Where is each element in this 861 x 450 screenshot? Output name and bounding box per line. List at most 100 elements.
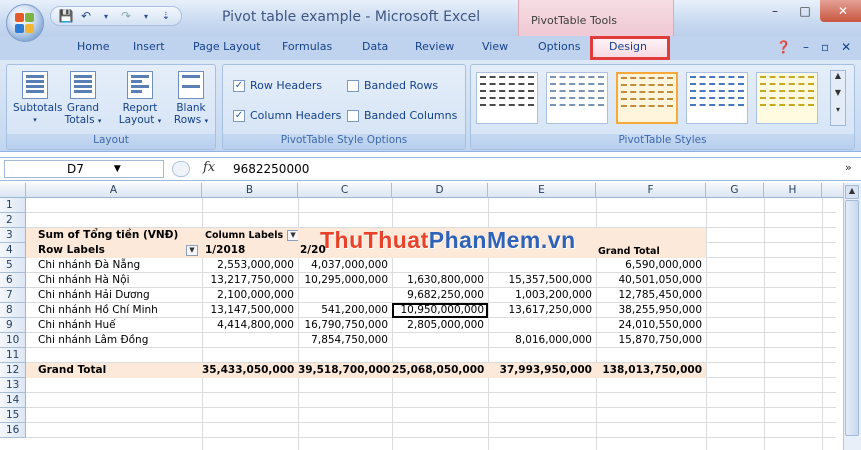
row-header-1[interactable]: 1 [0, 198, 26, 213]
pivot-cell-d[interactable]: 2,805,000,000 [392, 318, 488, 333]
pivot-cell-name[interactable]: Chi nhánh Hà Nội [38, 273, 202, 288]
pivot-cell-f[interactable]: 40,501,050,000 [596, 273, 706, 288]
row-header-3[interactable]: 3 [0, 228, 26, 243]
office-button[interactable] [6, 4, 44, 42]
header-col-1[interactable]: 1/2018 [205, 243, 298, 258]
column-labels-cell[interactable]: Column Labels ▼ [205, 228, 298, 243]
grand-total-cell-e[interactable]: 37,993,950,000 [488, 363, 596, 378]
pivot-cell-e[interactable] [488, 258, 596, 273]
active-cell-d7[interactable] [392, 303, 488, 318]
scroll-thumb[interactable] [845, 200, 859, 436]
grand-total-cell-f[interactable]: 138,013,750,000 [596, 363, 706, 378]
pivot-cell-name[interactable]: Chi nhánh Đà Nẵng [38, 258, 202, 273]
pivot-cell-e[interactable]: 1,003,200,000 [488, 288, 596, 303]
pivot-cell-e[interactable]: 15,357,500,000 [488, 273, 596, 288]
restore-doc-icon[interactable]: ▫ [821, 40, 829, 54]
column-header-b[interactable]: B [202, 183, 298, 198]
row-header-2[interactable]: 2 [0, 213, 26, 228]
grand-total-cell-d[interactable]: 25,068,050,000 [392, 363, 488, 378]
tab-design[interactable]: Design [609, 40, 647, 53]
save-icon[interactable]: 💾 [57, 8, 75, 24]
pivot-cell-b[interactable]: 13,147,500,000 [202, 303, 298, 318]
pivot-cell-name[interactable]: Chi nhánh Lâm Đồng [38, 333, 202, 348]
pivot-cell-f[interactable]: 15,870,750,000 [596, 333, 706, 348]
formula-bar-expander[interactable] [172, 161, 190, 177]
scroll-up-icon[interactable]: ▲ [831, 71, 845, 80]
minimize-button[interactable]: – [760, 0, 790, 22]
column-header-a[interactable]: A [26, 183, 202, 198]
style-thumbnail[interactable] [476, 72, 538, 124]
tab-insert[interactable]: Insert [133, 40, 165, 53]
row-header-12[interactable]: 12 [0, 363, 26, 378]
row-header-5[interactable]: 5 [0, 258, 26, 273]
pivot-cell-c[interactable]: 7,854,750,000 [298, 333, 392, 348]
header-grand-total[interactable]: Grand Total [598, 244, 704, 259]
row-header-6[interactable]: 6 [0, 273, 26, 288]
style-thumbnail-selected[interactable] [616, 72, 678, 124]
row-labels-filter-icon[interactable]: ▼ [186, 245, 198, 256]
pivot-cell-f[interactable]: 6,590,000,000 [596, 258, 706, 273]
row-header-7[interactable]: 7 [0, 288, 26, 303]
pivot-cell-c[interactable]: 10,295,000,000 [298, 273, 392, 288]
pivot-cell-name[interactable]: Chi nhánh Hải Dương [38, 288, 202, 303]
column-header-d[interactable]: D [392, 183, 488, 198]
pivot-cell-c[interactable] [298, 288, 392, 303]
pivot-cell-c[interactable]: 541,200,000 [298, 303, 392, 318]
pivot-cell-name[interactable]: Chi nhánh Hồ Chí Minh [38, 303, 202, 318]
scroll-up-icon[interactable]: ▲ [845, 185, 859, 199]
fx-icon[interactable]: fx [203, 160, 215, 175]
tab-formulas[interactable]: Formulas [282, 40, 332, 53]
row-header-13[interactable]: 13 [0, 378, 26, 393]
help-icon[interactable]: ❓ [776, 40, 791, 54]
pivot-cell-e[interactable]: 8,016,000,000 [488, 333, 596, 348]
banded-columns-checkbox[interactable]: Banded Columns [347, 109, 457, 122]
tab-data[interactable]: Data [362, 40, 388, 53]
grand-total-cell-c[interactable]: 39,518,700,000 [298, 363, 392, 378]
row-header-4[interactable]: 4 [0, 243, 26, 258]
chevron-down-icon[interactable]: ▾ [97, 8, 115, 24]
pivot-cell-c[interactable]: 4,037,000,000 [298, 258, 392, 273]
redo-icon[interactable]: ↷ [117, 8, 135, 24]
formula-input[interactable]: 9682250000 [233, 162, 309, 176]
row-header-15[interactable]: 15 [0, 408, 26, 423]
column-header-g[interactable]: G [706, 183, 764, 198]
pivot-cell-f[interactable]: 38,255,950,000 [596, 303, 706, 318]
pivot-cell-d[interactable] [392, 333, 488, 348]
banded-rows-checkbox[interactable]: Banded Rows [347, 79, 438, 92]
row-header-9[interactable]: 9 [0, 318, 26, 333]
tab-page-layout[interactable]: Page Layout [193, 40, 261, 53]
pivot-cell-c[interactable]: 16,790,750,000 [298, 318, 392, 333]
minimize-doc-icon[interactable]: – [803, 40, 809, 54]
column-header-f[interactable]: F [596, 183, 706, 198]
column-header-h[interactable]: H [764, 183, 822, 198]
close-button[interactable]: ✕ [820, 0, 861, 22]
row-header-16[interactable]: 16 [0, 423, 26, 438]
style-thumbnail[interactable] [756, 72, 818, 124]
close-doc-icon[interactable]: ✕ [841, 40, 851, 54]
row-header-11[interactable]: 11 [0, 348, 26, 363]
pivot-sum-label[interactable]: Sum of Tổng tiền (VNĐ) [38, 228, 202, 243]
pivot-cell-d[interactable]: 9,682,250,000 [392, 288, 488, 303]
name-box[interactable]: D7 ▼ [4, 160, 164, 178]
chevron-down-icon[interactable]: ▼ [114, 164, 121, 174]
chevron-down-icon[interactable]: ▾ [137, 8, 155, 24]
pivot-cell-name[interactable]: Chi nhánh Huế [38, 318, 202, 333]
tab-review[interactable]: Review [415, 40, 454, 53]
expand-formula-icon[interactable]: » [845, 161, 852, 174]
row-headers-checkbox[interactable]: ✓ Row Headers [233, 79, 322, 92]
pivot-cell-f[interactable]: 24,010,550,000 [596, 318, 706, 333]
pivot-cell-e[interactable] [488, 318, 596, 333]
grand-total-cell-name[interactable]: Grand Total [38, 363, 202, 378]
style-thumbnail[interactable] [686, 72, 748, 124]
pivot-cell-b[interactable] [202, 333, 298, 348]
tab-home[interactable]: Home [77, 40, 109, 53]
row-header-10[interactable]: 10 [0, 333, 26, 348]
row-header-8[interactable]: 8 [0, 303, 26, 318]
scroll-down-icon[interactable]: ▼ [831, 88, 845, 97]
grand-total-cell-b[interactable]: 35,433,050,000 [202, 363, 298, 378]
column-header-e[interactable]: E [488, 183, 596, 198]
style-thumbnail[interactable] [546, 72, 608, 124]
row-header-14[interactable]: 14 [0, 393, 26, 408]
undo-icon[interactable]: ↶ [77, 8, 95, 24]
row-labels-cell[interactable]: Row Labels ▼ [38, 243, 202, 258]
